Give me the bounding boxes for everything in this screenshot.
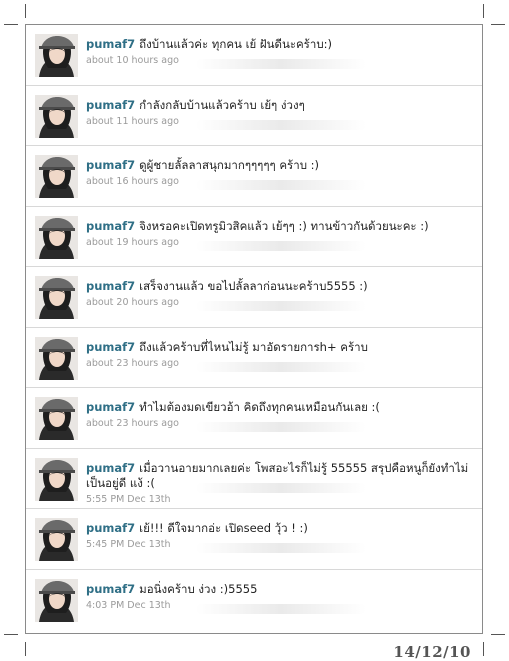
avatar-photo-icon xyxy=(35,95,78,138)
redacted-area xyxy=(196,301,366,311)
redacted-area xyxy=(196,180,366,190)
tweet-item: pumaf7 ถึงบ้านแล้วค่ะ ทุกคน เย้ ฝันดีนะคร… xyxy=(26,25,482,86)
redacted-area xyxy=(196,422,366,432)
crop-mark xyxy=(25,642,26,656)
avatar[interactable] xyxy=(35,578,78,622)
username-link[interactable]: pumaf7 xyxy=(86,521,135,535)
redacted-area xyxy=(196,482,366,493)
tweet-item: pumaf7 กำลังกลับบ้านแล้วคร้าบ เย้ๆ ง่วงๆ a… xyxy=(26,86,482,146)
tweet-item: pumaf7 เมื่อวานอายมากเลยค่ะ โพสอะไรก็ไม่ร… xyxy=(26,449,482,509)
avatar[interactable] xyxy=(35,215,78,259)
redacted-area xyxy=(196,119,366,130)
username-link[interactable]: pumaf7 xyxy=(86,340,135,354)
redacted-area xyxy=(196,603,366,614)
crop-mark xyxy=(491,24,505,25)
tweet-text: มอนิ่งคร้าบ ง่วง :)5555 xyxy=(139,581,258,596)
redacted-area xyxy=(196,361,366,372)
tweet-text: ทำไมต้องมดเขียวอ้า คิดถึงทุกคนเหมือนกันเ… xyxy=(139,400,380,414)
username-link[interactable]: pumaf7 xyxy=(86,400,135,414)
tweet-text-line: pumaf7 ถึงบ้านแล้วค่ะ ทุกคน เย้ ฝันดีนะคร… xyxy=(86,37,474,52)
avatar[interactable] xyxy=(35,94,78,138)
tweet-item: pumaf7 เย้!!! ดีใจมากอ่ะ เปิดseed วุ้ว ! … xyxy=(26,509,482,570)
avatar-photo-icon xyxy=(35,34,78,77)
tweet-text-line: pumaf7 มอนิ่งคร้าบ ง่วง :)5555 xyxy=(86,582,474,597)
tweet-text: เสร็จงานแล้ว ขอไปลั้ลลาก่อนนะคร้าบ5555 :… xyxy=(139,279,368,293)
crop-mark xyxy=(483,642,484,656)
username-link[interactable]: pumaf7 xyxy=(86,279,135,293)
avatar-photo-icon xyxy=(35,579,78,622)
username-link[interactable]: pumaf7 xyxy=(86,219,135,233)
tweet-text: ถึงบ้านแล้วค่ะ ทุกคน เย้ ฝันดีนะคร้าบ:) xyxy=(139,37,332,51)
tweet-text-line: pumaf7 ดูผู้ชายลั้ลลาสนุกมากๆๆๆๆๆ คร้าบ :… xyxy=(86,158,474,173)
crop-mark xyxy=(491,634,505,635)
crop-mark xyxy=(483,4,484,18)
crop-mark xyxy=(4,634,18,635)
tweet-item: pumaf7 ทำไมต้องมดเขียวอ้า คิดถึงทุกคนเหมื… xyxy=(26,388,482,449)
tweet-list: pumaf7 ถึงบ้านแล้วค่ะ ทุกคน เย้ ฝันดีนะคร… xyxy=(25,24,483,634)
avatar-photo-icon xyxy=(35,397,78,440)
avatar-photo-icon xyxy=(35,337,78,380)
redacted-area xyxy=(196,543,366,553)
username-link[interactable]: pumaf7 xyxy=(86,98,135,112)
crop-mark xyxy=(4,24,18,25)
tweet-text: ดูผู้ชายลั้ลลาสนุกมากๆๆๆๆๆ คร้าบ :) xyxy=(139,158,320,172)
tweet-text-line: pumaf7 จิงหรอคะเปิดทรูมิวสิคแล้ว เย้ๆๆ :)… xyxy=(86,219,474,234)
tweet-item: pumaf7 ถึงแล้วคร้าบที่ไหนไม่รู้ มาอัดรายก… xyxy=(26,328,482,388)
tweet-text-line: pumaf7 ถึงแล้วคร้าบที่ไหนไม่รู้ มาอัดรายก… xyxy=(86,340,474,355)
avatar-photo-icon xyxy=(35,276,78,319)
avatar[interactable] xyxy=(35,457,78,501)
username-link[interactable]: pumaf7 xyxy=(86,158,135,172)
crop-mark xyxy=(25,4,26,18)
avatar[interactable] xyxy=(35,518,78,561)
tweet-text-line: pumaf7 กำลังกลับบ้านแล้วคร้าบ เย้ๆ ง่วงๆ xyxy=(86,98,474,113)
date-stamp: 14/12/10 xyxy=(393,643,471,661)
tweet-text: กำลังกลับบ้านแล้วคร้าบ เย้ๆ ง่วงๆ xyxy=(139,97,305,112)
username-link[interactable]: pumaf7 xyxy=(86,582,135,596)
avatar[interactable] xyxy=(35,34,78,77)
avatar-photo-icon xyxy=(35,216,78,259)
avatar-photo-icon xyxy=(35,155,78,198)
avatar-photo-icon xyxy=(35,518,78,561)
tweet-text-line: pumaf7 เย้!!! ดีใจมากอ่ะ เปิดseed วุ้ว ! … xyxy=(86,521,474,536)
redacted-area xyxy=(196,240,366,251)
tweet-item: pumaf7 จิงหรอคะเปิดทรูมิวสิคแล้ว เย้ๆๆ :)… xyxy=(26,207,482,267)
tweet-timestamp[interactable]: 5:55 PM Dec 13th xyxy=(86,494,474,505)
avatar[interactable] xyxy=(35,336,78,380)
avatar[interactable] xyxy=(35,276,78,319)
avatar[interactable] xyxy=(35,155,78,198)
tweet-text: ถึงแล้วคร้าบที่ไหนไม่รู้ มาอัดรายการh+ ค… xyxy=(139,339,368,354)
tweet-text: จิงหรอคะเปิดทรูมิวสิคแล้ว เย้ๆๆ :) ทานข้… xyxy=(139,218,429,233)
tweet-item: pumaf7 เสร็จงานแล้ว ขอไปลั้ลลาก่อนนะคร้าบ… xyxy=(26,267,482,328)
tweet-item: pumaf7 มอนิ่งคร้าบ ง่วง :)5555 4:03 PM Dec… xyxy=(26,570,482,631)
avatar-photo-icon xyxy=(35,458,78,501)
username-link[interactable]: pumaf7 xyxy=(86,461,135,475)
avatar[interactable] xyxy=(35,397,78,440)
tweet-text-line: pumaf7 เสร็จงานแล้ว ขอไปลั้ลลาก่อนนะคร้าบ… xyxy=(86,279,474,294)
tweet-text: เย้!!! ดีใจมากอ่ะ เปิดseed วุ้ว ! :) xyxy=(139,521,308,535)
username-link[interactable]: pumaf7 xyxy=(86,37,135,51)
redacted-area xyxy=(196,59,366,69)
tweet-item: pumaf7 ดูผู้ชายลั้ลลาสนุกมากๆๆๆๆๆ คร้าบ :… xyxy=(26,146,482,207)
tweet-text-line: pumaf7 ทำไมต้องมดเขียวอ้า คิดถึงทุกคนเหมื… xyxy=(86,400,474,415)
